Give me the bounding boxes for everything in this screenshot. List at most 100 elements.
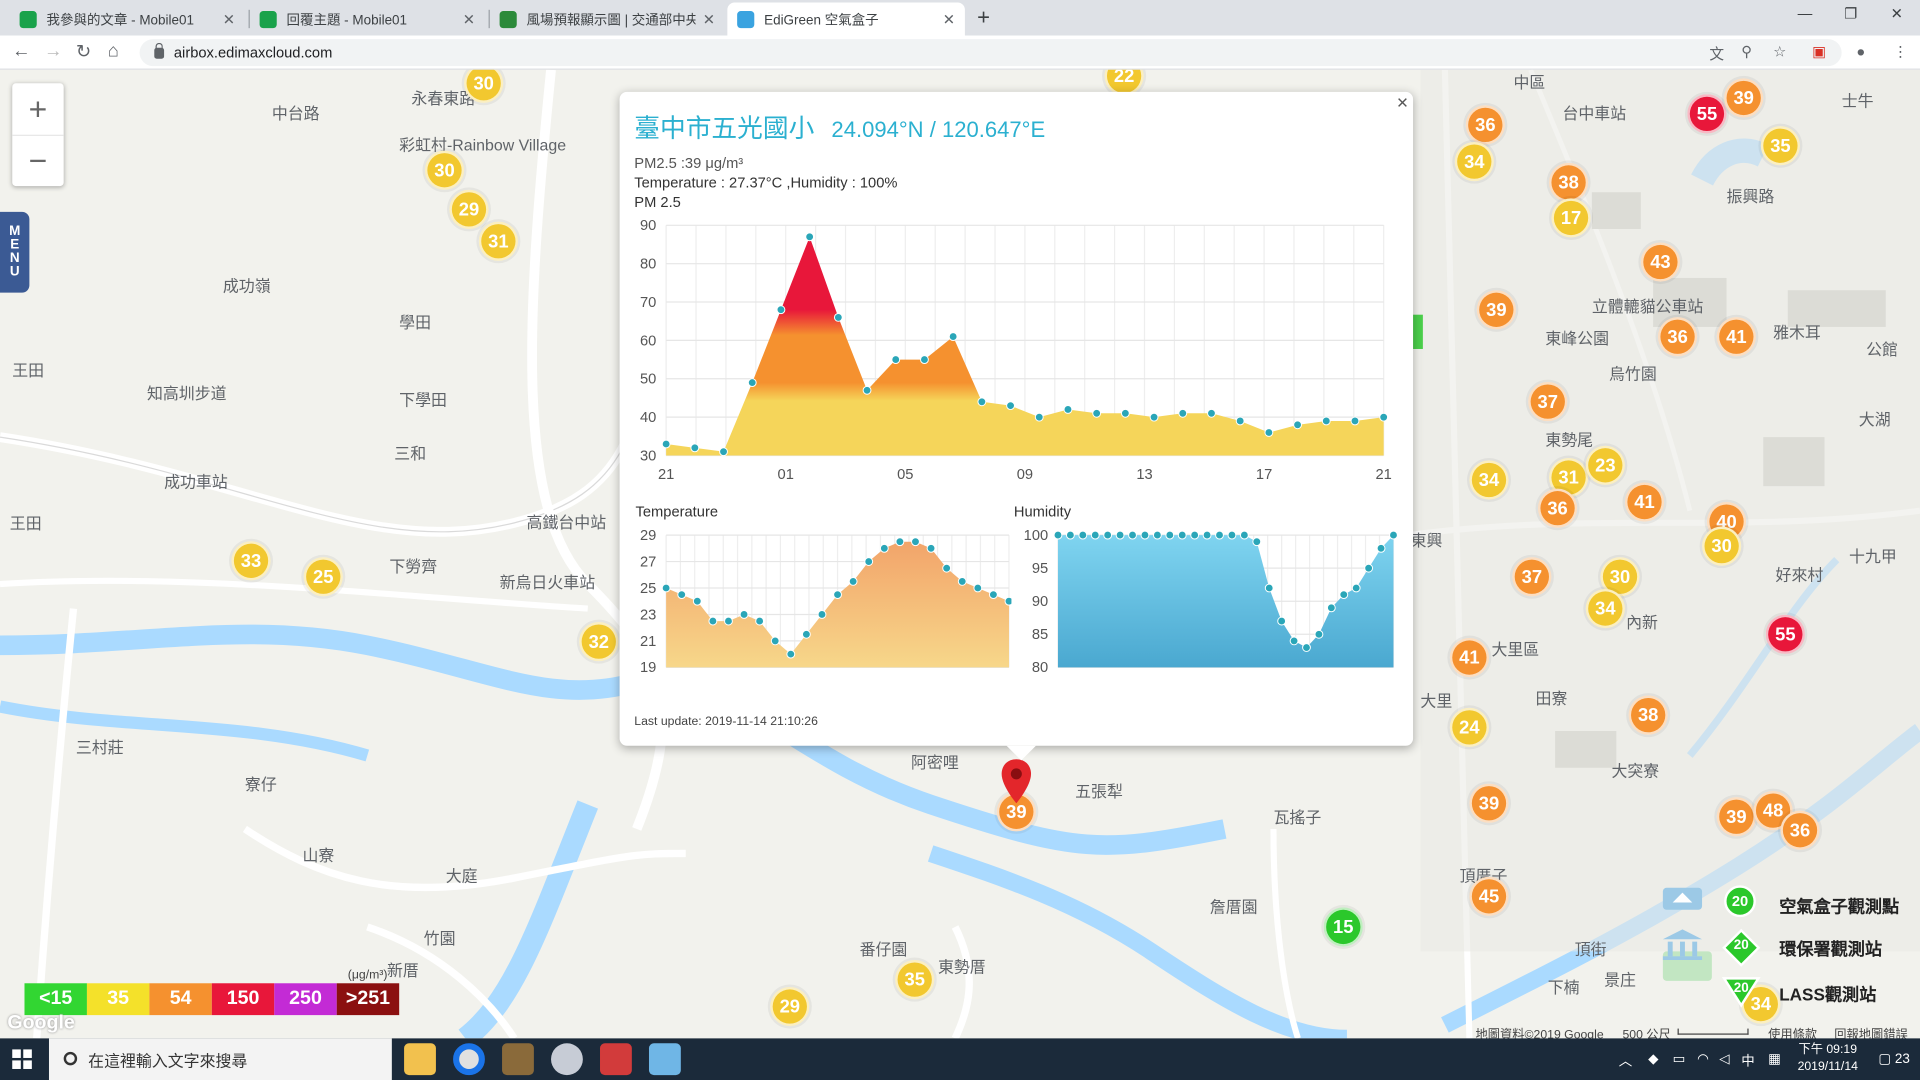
airbox-marker[interactable]: 35 — [1760, 126, 1801, 166]
airbox-marker[interactable]: 36 — [1780, 810, 1820, 850]
translate-icon[interactable]: 文 — [1709, 43, 1724, 64]
airbox-marker[interactable]: 32 — [579, 622, 619, 662]
airbox-station-label[interactable]: 空氣盒子觀測點 — [1779, 894, 1899, 918]
extension-icon[interactable]: ▣ — [1812, 43, 1826, 60]
browser-tab-1[interactable]: 我參與的文章 - Mobile01 ✕ — [10, 2, 245, 35]
reload-icon[interactable]: ↻ — [76, 40, 91, 63]
data-point — [719, 447, 728, 457]
airbox-marker[interactable]: 25 — [303, 557, 343, 597]
airbox-marker[interactable]: 39 — [1724, 78, 1764, 118]
close-tab-icon[interactable]: ✕ — [703, 10, 715, 27]
airbox-marker[interactable]: 39 — [1716, 797, 1756, 837]
airbox-marker[interactable]: 31 — [478, 221, 518, 261]
airbox-marker[interactable]: 35 — [895, 960, 935, 1000]
restore-icon[interactable]: ❐ — [1844, 5, 1857, 22]
tray-shield-icon[interactable]: ◆ — [1648, 1051, 1658, 1067]
airbox-marker[interactable]: 39 — [1476, 290, 1516, 330]
map-place-label: 新烏日火車站 — [499, 573, 596, 592]
tray-wifi-icon[interactable]: ◠ — [1697, 1051, 1709, 1067]
airbox-marker[interactable]: 33 — [231, 541, 271, 581]
browser-tab-3[interactable]: 風場預報顯示圖 | 交通部中央氣象 ✕ — [490, 2, 725, 35]
map-place-label: 詹厝園 — [1209, 897, 1258, 916]
airbox-marker[interactable]: 39 — [1469, 783, 1509, 823]
airbox-marker[interactable]: 55 — [1687, 94, 1727, 134]
account-icon[interactable]: ● — [1856, 43, 1865, 60]
browser-tab-4-active[interactable]: EdiGreen 空氣盒子 ✕ — [727, 2, 965, 36]
airbox-marker[interactable]: 30 — [1702, 526, 1742, 566]
home-icon[interactable]: ⌂ — [108, 40, 119, 61]
system-clock[interactable]: 下午 09:19 2019/11/14 — [1798, 1042, 1858, 1076]
airbox-marker[interactable]: 17 — [1551, 198, 1591, 238]
data-point — [776, 305, 786, 315]
airbox-marker[interactable]: 34 — [1454, 142, 1494, 182]
airbox-marker[interactable]: 23 — [1585, 445, 1625, 485]
data-point — [817, 610, 827, 619]
close-popup-button[interactable]: × — [1397, 93, 1408, 115]
airbox-marker[interactable]: 24 — [1449, 707, 1489, 747]
address-bar[interactable]: airbox.edimaxcloud.com — [139, 39, 1842, 67]
scale-bar — [1677, 1028, 1749, 1035]
airbox-marker[interactable]: 37 — [1512, 557, 1552, 597]
zoom-icon[interactable]: ⚲ — [1741, 43, 1752, 60]
legend-swatch: <15 — [24, 983, 87, 1016]
airbox-marker[interactable]: 38 — [1628, 695, 1668, 735]
airbox-marker[interactable]: 36 — [1657, 317, 1698, 357]
lass-station-label[interactable]: LASS觀測站 — [1779, 982, 1876, 1006]
airbox-marker[interactable]: 36 — [1465, 105, 1505, 145]
taskbar-search-box[interactable]: 在這裡輸入文字來搜尋 — [48, 1038, 392, 1080]
zoom-in-button[interactable]: + — [12, 83, 63, 134]
airbox-marker[interactable]: 30 — [424, 150, 465, 190]
app-icon[interactable] — [648, 1043, 681, 1076]
airbox-marker[interactable]: 29 — [449, 189, 489, 229]
y-tick-label: 40 — [640, 410, 656, 426]
app-icon[interactable] — [551, 1043, 583, 1076]
close-tab-icon[interactable]: ✕ — [943, 10, 955, 27]
close-tab-icon[interactable]: ✕ — [223, 10, 235, 27]
notification-center-icon[interactable]: ▢ 23 — [1878, 1051, 1909, 1067]
airbox-marker[interactable]: 41 — [1624, 482, 1665, 522]
airbox-marker[interactable]: 43 — [1640, 242, 1681, 282]
tray-keyboard-icon[interactable]: ▦ — [1768, 1051, 1781, 1067]
airbox-marker[interactable]: 37 — [1528, 382, 1568, 422]
airbox-marker[interactable]: 38 — [1548, 162, 1589, 203]
selected-location-pin-icon[interactable] — [999, 757, 1033, 806]
airbox-marker[interactable]: 29 — [770, 986, 810, 1027]
app-icon[interactable] — [502, 1043, 534, 1076]
menu-dots-icon[interactable]: ⋮ — [1893, 43, 1908, 60]
tray-expand-icon[interactable]: ︿ — [1619, 1051, 1632, 1071]
close-window-icon[interactable]: ✕ — [1891, 5, 1903, 22]
map-place-label: 下學田 — [399, 390, 447, 409]
airbox-marker[interactable]: 34 — [1469, 460, 1509, 500]
forward-icon[interactable]: → — [44, 40, 62, 61]
airbox-marker[interactable]: 55 — [1765, 614, 1805, 654]
close-tab-icon[interactable]: ✕ — [463, 10, 475, 27]
epa-station-label[interactable]: 環保署觀測站 — [1779, 937, 1882, 961]
minimize-icon[interactable]: — — [1798, 5, 1813, 22]
airbox-marker[interactable]: 15 — [1323, 907, 1363, 947]
data-point — [692, 596, 702, 606]
map-place-label: 大湖 — [1858, 410, 1891, 429]
airbox-marker[interactable]: 36 — [1537, 488, 1578, 528]
ime-indicator[interactable]: 中 — [1741, 1051, 1754, 1071]
menu-toggle-button[interactable]: M E N U — [0, 211, 30, 293]
back-icon[interactable]: ← — [12, 40, 30, 61]
airbox-marker[interactable]: 34 — [1585, 588, 1625, 629]
zoom-out-button[interactable]: − — [12, 134, 64, 186]
chrome-icon[interactable] — [453, 1043, 485, 1076]
airbox-marker[interactable]: 41 — [1716, 317, 1756, 357]
map-place-label: 彩虹村-Rainbow Village — [399, 135, 567, 155]
data-point — [1289, 636, 1299, 646]
map-place-label: 立體轆貓公車站 — [1591, 297, 1704, 316]
airbox-marker[interactable]: 41 — [1449, 637, 1489, 678]
new-tab-icon[interactable]: + — [977, 5, 990, 31]
app-icon[interactable] — [600, 1043, 632, 1076]
file-explorer-icon[interactable] — [404, 1043, 436, 1076]
y-tick-label: 50 — [640, 372, 656, 388]
airbox-marker[interactable]: 45 — [1469, 876, 1509, 916]
windows-start-icon[interactable] — [12, 1049, 32, 1069]
tray-volume-icon[interactable]: ◁ — [1719, 1051, 1729, 1067]
map-place-label: 中區 — [1513, 73, 1546, 92]
browser-tab-2[interactable]: 回覆主題 - Mobile01 ✕ — [250, 2, 485, 35]
bookmark-star-icon[interactable]: ☆ — [1773, 43, 1786, 60]
tray-battery-icon[interactable]: ▭ — [1673, 1051, 1686, 1067]
